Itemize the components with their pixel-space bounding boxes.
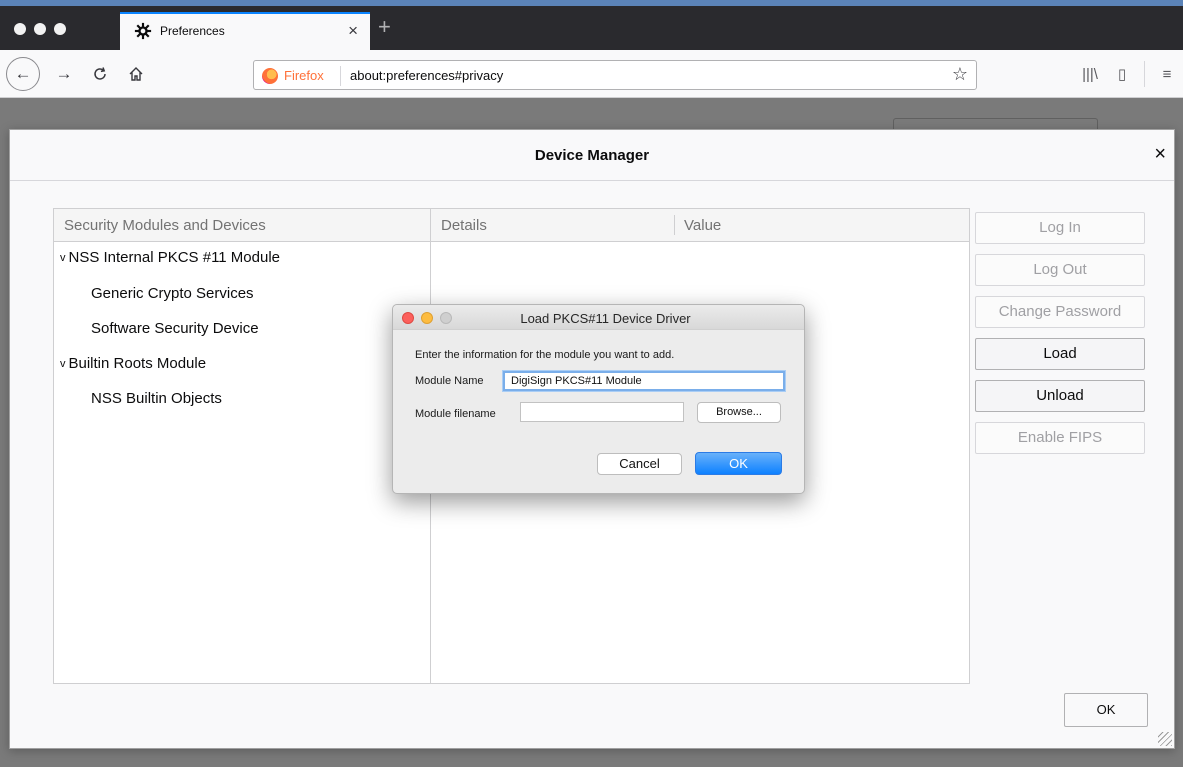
dialog-titlebar: Load PKCS#11 Device Driver — [393, 305, 804, 330]
tree-item-label: NSS Internal PKCS #11 Module — [68, 249, 281, 266]
url-text[interactable]: about:preferences#privacy — [350, 68, 503, 83]
cancel-button[interactable]: Cancel — [597, 453, 682, 475]
tab-bar: Preferences × + — [0, 6, 1183, 50]
window-minimize-button[interactable] — [34, 23, 46, 35]
load-device-driver-dialog: Load PKCS#11 Device Driver Enter the inf… — [392, 304, 805, 494]
module-name-label: Module Name — [415, 375, 484, 387]
module-name-input[interactable] — [503, 371, 785, 391]
window-zoom-button[interactable] — [54, 23, 66, 35]
tree-item-nss-internal-module[interactable]: v NSS Internal PKCS #11 Module — [60, 249, 280, 266]
log-out-button[interactable]: Log Out — [975, 254, 1145, 286]
window-close-button[interactable] — [14, 23, 26, 35]
tree-column-header[interactable]: Security Modules and Devices — [64, 217, 266, 234]
close-icon[interactable]: × — [1154, 143, 1166, 166]
details-header: Details Value — [431, 209, 969, 242]
back-button[interactable]: ← — [6, 57, 40, 91]
home-button[interactable] — [122, 60, 150, 88]
tree-item-builtin-roots-module[interactable]: v Builtin Roots Module — [60, 355, 206, 372]
dialog-title: Device Manager — [534, 147, 650, 164]
browse-button[interactable]: Browse... — [697, 402, 781, 423]
chevron-down-icon[interactable]: v — [60, 252, 66, 264]
reload-button[interactable] — [86, 60, 114, 88]
back-arrow-icon: ← — [14, 64, 32, 83]
tree-item-generic-crypto[interactable]: Generic Crypto Services — [91, 285, 254, 302]
url-separator — [340, 66, 341, 86]
dialog-title: Load PKCS#11 Device Driver — [520, 311, 691, 326]
chevron-down-icon[interactable]: v — [60, 358, 66, 370]
value-column-header[interactable]: Value — [684, 217, 721, 234]
tab-preferences[interactable]: Preferences × — [120, 12, 370, 50]
firefox-logo-icon — [262, 68, 278, 84]
module-filename-input[interactable] — [520, 402, 684, 422]
sidebar-icon[interactable]: ▯ — [1106, 60, 1138, 88]
gear-icon — [134, 22, 152, 40]
tree-item-software-security[interactable]: Software Security Device — [91, 320, 259, 337]
bookmark-star-icon[interactable]: ☆ — [952, 64, 968, 85]
module-action-buttons: Log In Log Out Change Password Load Unlo… — [975, 212, 1145, 464]
log-in-button[interactable]: Log In — [975, 212, 1145, 244]
forward-arrow-icon: → — [55, 64, 73, 83]
url-bar[interactable]: Firefox about:preferences#privacy ☆ — [253, 60, 977, 90]
new-tab-button[interactable]: + — [378, 16, 391, 38]
change-password-button[interactable]: Change Password — [975, 296, 1145, 328]
tree-item-label: Builtin Roots Module — [68, 355, 207, 372]
forward-button[interactable]: → — [50, 60, 78, 88]
menu-icon[interactable]: ≡ — [1151, 60, 1183, 88]
tab-title: Preferences — [160, 24, 225, 38]
enable-fips-button[interactable]: Enable FIPS — [975, 422, 1145, 454]
tree-header: Security Modules and Devices — [54, 209, 430, 242]
details-column-header[interactable]: Details — [441, 217, 487, 234]
identity-label[interactable]: Firefox — [284, 68, 324, 83]
library-icon[interactable]: |||\ — [1074, 60, 1106, 88]
load-button[interactable]: Load — [975, 338, 1145, 370]
navigation-toolbar: ← → Firefox about:preferences#privacy ☆ … — [0, 50, 1183, 98]
reload-icon — [94, 67, 106, 80]
tree-item-nss-builtin-objects[interactable]: NSS Builtin Objects — [91, 390, 222, 407]
resize-grip-icon[interactable] — [1158, 732, 1172, 746]
home-icon — [129, 67, 143, 81]
toolbar-right-buttons: |||\ ▯ ≡ — [1074, 60, 1183, 88]
dialog-ok-button[interactable]: OK — [695, 452, 782, 475]
column-separator[interactable] — [674, 215, 675, 235]
unload-button[interactable]: Unload — [975, 380, 1145, 412]
window-controls — [14, 23, 66, 35]
ok-button[interactable]: OK — [1064, 693, 1148, 727]
toolbar-divider — [1144, 61, 1145, 87]
dialog-header: Device Manager × — [10, 130, 1174, 181]
tab-close-icon[interactable]: × — [348, 21, 358, 41]
security-modules-tree[interactable]: Security Modules and Devices v NSS Intern… — [53, 208, 431, 684]
dialog-description: Enter the information for the module you… — [415, 349, 675, 361]
module-filename-label: Module filename — [415, 408, 496, 420]
